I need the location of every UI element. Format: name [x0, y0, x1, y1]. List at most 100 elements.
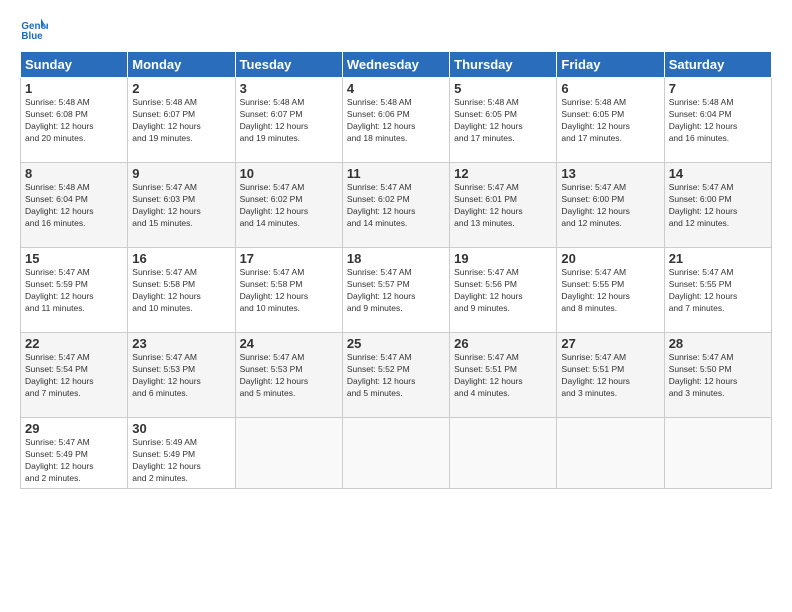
day-number: 2	[132, 81, 230, 96]
calendar-cell: 11Sunrise: 5:47 AM Sunset: 6:02 PM Dayli…	[342, 163, 449, 248]
calendar-cell: 6Sunrise: 5:48 AM Sunset: 6:05 PM Daylig…	[557, 78, 664, 163]
calendar-cell: 13Sunrise: 5:47 AM Sunset: 6:00 PM Dayli…	[557, 163, 664, 248]
day-number: 24	[240, 336, 338, 351]
calendar-cell: 21Sunrise: 5:47 AM Sunset: 5:55 PM Dayli…	[664, 248, 771, 333]
day-info: Sunrise: 5:47 AM Sunset: 6:03 PM Dayligh…	[132, 182, 230, 230]
calendar-header-wednesday: Wednesday	[342, 52, 449, 78]
calendar-cell	[235, 418, 342, 489]
day-number: 30	[132, 421, 230, 436]
day-info: Sunrise: 5:47 AM Sunset: 5:58 PM Dayligh…	[240, 267, 338, 315]
calendar-cell: 28Sunrise: 5:47 AM Sunset: 5:50 PM Dayli…	[664, 333, 771, 418]
calendar-week-row: 1Sunrise: 5:48 AM Sunset: 6:08 PM Daylig…	[21, 78, 772, 163]
logo-icon: General Blue	[20, 15, 48, 43]
day-info: Sunrise: 5:48 AM Sunset: 6:08 PM Dayligh…	[25, 97, 123, 145]
calendar-cell: 2Sunrise: 5:48 AM Sunset: 6:07 PM Daylig…	[128, 78, 235, 163]
calendar-cell	[342, 418, 449, 489]
calendar-header-monday: Monday	[128, 52, 235, 78]
day-number: 4	[347, 81, 445, 96]
calendar-cell: 24Sunrise: 5:47 AM Sunset: 5:53 PM Dayli…	[235, 333, 342, 418]
day-number: 23	[132, 336, 230, 351]
day-info: Sunrise: 5:47 AM Sunset: 6:01 PM Dayligh…	[454, 182, 552, 230]
svg-text:Blue: Blue	[21, 31, 43, 42]
day-info: Sunrise: 5:49 AM Sunset: 5:49 PM Dayligh…	[132, 437, 230, 485]
day-info: Sunrise: 5:48 AM Sunset: 6:06 PM Dayligh…	[347, 97, 445, 145]
calendar-cell: 5Sunrise: 5:48 AM Sunset: 6:05 PM Daylig…	[450, 78, 557, 163]
calendar-cell: 26Sunrise: 5:47 AM Sunset: 5:51 PM Dayli…	[450, 333, 557, 418]
day-info: Sunrise: 5:48 AM Sunset: 6:07 PM Dayligh…	[132, 97, 230, 145]
day-number: 26	[454, 336, 552, 351]
day-number: 20	[561, 251, 659, 266]
day-info: Sunrise: 5:47 AM Sunset: 6:00 PM Dayligh…	[561, 182, 659, 230]
calendar-week-row: 22Sunrise: 5:47 AM Sunset: 5:54 PM Dayli…	[21, 333, 772, 418]
calendar-cell: 25Sunrise: 5:47 AM Sunset: 5:52 PM Dayli…	[342, 333, 449, 418]
day-number: 19	[454, 251, 552, 266]
calendar-header-friday: Friday	[557, 52, 664, 78]
day-number: 29	[25, 421, 123, 436]
calendar-cell	[450, 418, 557, 489]
calendar-cell	[557, 418, 664, 489]
calendar-cell: 30Sunrise: 5:49 AM Sunset: 5:49 PM Dayli…	[128, 418, 235, 489]
calendar-cell	[664, 418, 771, 489]
calendar-cell: 29Sunrise: 5:47 AM Sunset: 5:49 PM Dayli…	[21, 418, 128, 489]
day-info: Sunrise: 5:47 AM Sunset: 5:51 PM Dayligh…	[561, 352, 659, 400]
day-info: Sunrise: 5:47 AM Sunset: 5:57 PM Dayligh…	[347, 267, 445, 315]
day-info: Sunrise: 5:47 AM Sunset: 5:50 PM Dayligh…	[669, 352, 767, 400]
calendar-header-saturday: Saturday	[664, 52, 771, 78]
day-number: 13	[561, 166, 659, 181]
calendar-cell: 18Sunrise: 5:47 AM Sunset: 5:57 PM Dayli…	[342, 248, 449, 333]
day-number: 28	[669, 336, 767, 351]
calendar-cell: 1Sunrise: 5:48 AM Sunset: 6:08 PM Daylig…	[21, 78, 128, 163]
day-number: 6	[561, 81, 659, 96]
day-number: 3	[240, 81, 338, 96]
day-info: Sunrise: 5:48 AM Sunset: 6:04 PM Dayligh…	[25, 182, 123, 230]
day-number: 17	[240, 251, 338, 266]
calendar-header-thursday: Thursday	[450, 52, 557, 78]
day-info: Sunrise: 5:47 AM Sunset: 6:02 PM Dayligh…	[347, 182, 445, 230]
day-info: Sunrise: 5:48 AM Sunset: 6:05 PM Dayligh…	[561, 97, 659, 145]
calendar-cell: 12Sunrise: 5:47 AM Sunset: 6:01 PM Dayli…	[450, 163, 557, 248]
calendar-cell: 15Sunrise: 5:47 AM Sunset: 5:59 PM Dayli…	[21, 248, 128, 333]
calendar-cell: 19Sunrise: 5:47 AM Sunset: 5:56 PM Dayli…	[450, 248, 557, 333]
calendar-table: SundayMondayTuesdayWednesdayThursdayFrid…	[20, 51, 772, 489]
day-info: Sunrise: 5:47 AM Sunset: 5:56 PM Dayligh…	[454, 267, 552, 315]
day-number: 8	[25, 166, 123, 181]
calendar-header-sunday: Sunday	[21, 52, 128, 78]
day-number: 25	[347, 336, 445, 351]
day-info: Sunrise: 5:47 AM Sunset: 5:54 PM Dayligh…	[25, 352, 123, 400]
day-info: Sunrise: 5:47 AM Sunset: 5:51 PM Dayligh…	[454, 352, 552, 400]
day-info: Sunrise: 5:47 AM Sunset: 5:49 PM Dayligh…	[25, 437, 123, 485]
calendar-cell: 4Sunrise: 5:48 AM Sunset: 6:06 PM Daylig…	[342, 78, 449, 163]
calendar-cell: 16Sunrise: 5:47 AM Sunset: 5:58 PM Dayli…	[128, 248, 235, 333]
calendar-cell: 14Sunrise: 5:47 AM Sunset: 6:00 PM Dayli…	[664, 163, 771, 248]
header: General Blue	[20, 15, 772, 43]
day-number: 18	[347, 251, 445, 266]
day-number: 12	[454, 166, 552, 181]
day-info: Sunrise: 5:47 AM Sunset: 5:59 PM Dayligh…	[25, 267, 123, 315]
day-info: Sunrise: 5:47 AM Sunset: 5:55 PM Dayligh…	[669, 267, 767, 315]
calendar-cell: 9Sunrise: 5:47 AM Sunset: 6:03 PM Daylig…	[128, 163, 235, 248]
day-info: Sunrise: 5:48 AM Sunset: 6:07 PM Dayligh…	[240, 97, 338, 145]
day-info: Sunrise: 5:47 AM Sunset: 5:53 PM Dayligh…	[240, 352, 338, 400]
calendar-cell: 27Sunrise: 5:47 AM Sunset: 5:51 PM Dayli…	[557, 333, 664, 418]
day-number: 9	[132, 166, 230, 181]
day-info: Sunrise: 5:47 AM Sunset: 6:02 PM Dayligh…	[240, 182, 338, 230]
day-info: Sunrise: 5:47 AM Sunset: 5:53 PM Dayligh…	[132, 352, 230, 400]
day-number: 22	[25, 336, 123, 351]
day-number: 5	[454, 81, 552, 96]
calendar-week-row: 15Sunrise: 5:47 AM Sunset: 5:59 PM Dayli…	[21, 248, 772, 333]
day-info: Sunrise: 5:47 AM Sunset: 5:52 PM Dayligh…	[347, 352, 445, 400]
day-number: 16	[132, 251, 230, 266]
day-number: 15	[25, 251, 123, 266]
day-number: 14	[669, 166, 767, 181]
day-number: 7	[669, 81, 767, 96]
calendar-week-row: 29Sunrise: 5:47 AM Sunset: 5:49 PM Dayli…	[21, 418, 772, 489]
day-number: 27	[561, 336, 659, 351]
calendar-cell: 22Sunrise: 5:47 AM Sunset: 5:54 PM Dayli…	[21, 333, 128, 418]
day-number: 21	[669, 251, 767, 266]
calendar-cell: 7Sunrise: 5:48 AM Sunset: 6:04 PM Daylig…	[664, 78, 771, 163]
calendar-header-row: SundayMondayTuesdayWednesdayThursdayFrid…	[21, 52, 772, 78]
day-number: 10	[240, 166, 338, 181]
logo: General Blue	[20, 15, 52, 43]
day-info: Sunrise: 5:47 AM Sunset: 5:58 PM Dayligh…	[132, 267, 230, 315]
calendar-cell: 8Sunrise: 5:48 AM Sunset: 6:04 PM Daylig…	[21, 163, 128, 248]
